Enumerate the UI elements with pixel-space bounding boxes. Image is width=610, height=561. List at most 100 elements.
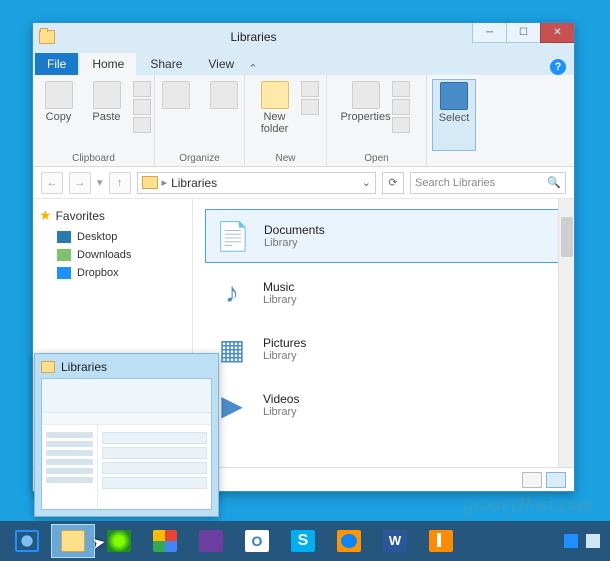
library-item-music[interactable]: ♪ MusicLibrary (205, 267, 562, 319)
libraries-icon (142, 176, 158, 189)
copyto-icon (210, 81, 238, 109)
tray-icon[interactable] (586, 534, 600, 548)
back-button[interactable]: ← (41, 172, 63, 194)
thumbnail-image[interactable] (41, 378, 212, 510)
search-input[interactable]: Search Libraries 🔍 (410, 172, 566, 194)
refresh-button[interactable]: ⟳ (382, 172, 404, 194)
desktop-icon (57, 231, 71, 243)
history-icon[interactable] (392, 117, 410, 133)
paste-icon (93, 81, 121, 109)
close-button[interactable]: ✕ (540, 23, 574, 43)
newitem-icon[interactable] (301, 81, 319, 97)
help-button[interactable]: ? (550, 59, 566, 75)
maximize-button[interactable]: ☐ (506, 23, 540, 43)
tree-item-dropbox[interactable]: Dropbox (39, 264, 186, 282)
library-item-videos[interactable]: ▶ VideosLibrary (205, 379, 562, 431)
ribbon: Copy Paste Clipboard Organize (33, 75, 574, 167)
taskbar-thumbnail[interactable]: Libraries (34, 353, 219, 517)
word-icon: W (383, 530, 407, 552)
recent-dropdown-icon[interactable]: ▾ (97, 176, 103, 189)
library-item-pictures[interactable]: ▦ PicturesLibrary (205, 323, 562, 375)
dropbox-icon (57, 267, 71, 279)
properties-button[interactable]: Properties (344, 79, 388, 151)
tab-home[interactable]: Home (80, 53, 136, 75)
library-item-documents[interactable]: 📄 DocumentsLibrary (205, 209, 562, 263)
system-tray[interactable] (558, 521, 606, 561)
group-open-label: Open (364, 153, 388, 164)
edit-icon[interactable] (392, 99, 410, 115)
app-green-icon (107, 530, 131, 552)
thumbnail-title: Libraries (61, 360, 107, 374)
navbar: ← → ▾ ↑ ▸ Libraries ⌄ ⟳ Search Libraries… (33, 167, 574, 199)
forward-button[interactable]: → (69, 172, 91, 194)
app-purple-icon (199, 530, 223, 552)
folder-icon (39, 30, 55, 44)
tab-share[interactable]: Share (138, 53, 194, 75)
taskbar-word[interactable]: W (373, 524, 417, 558)
titlebar[interactable]: Libraries ─ ☐ ✕ (33, 23, 574, 51)
content-pane[interactable]: 📄 DocumentsLibrary♪ MusicLibrary▦ Pictur… (193, 199, 574, 467)
group-new-label: New (275, 153, 295, 164)
copy-icon (45, 81, 73, 109)
moveto-button[interactable] (154, 79, 198, 151)
moveto-icon (162, 81, 190, 109)
shortcut-icon[interactable] (133, 117, 151, 133)
library-icon: ♪ (211, 273, 253, 313)
scroll-thumb[interactable] (561, 217, 573, 257)
minimize-button[interactable]: ─ (472, 23, 506, 43)
ribbon-tabs: File Home Share View ⌃ ? (33, 51, 574, 75)
chrome-icon (153, 530, 177, 552)
minimize-ribbon-icon[interactable]: ⌃ (248, 62, 257, 75)
taskbar[interactable]: OS W (0, 521, 610, 561)
internet-explorer-icon (15, 530, 39, 552)
taskbar-internet-explorer[interactable] (5, 524, 49, 558)
copyto-button[interactable] (202, 79, 246, 151)
watermark: groovyPost.com (463, 494, 592, 517)
outlook-icon: O (245, 530, 269, 552)
copy-button[interactable]: Copy (37, 79, 81, 151)
open-icon[interactable] (392, 81, 410, 97)
address-bar[interactable]: ▸ Libraries ⌄ (137, 172, 376, 194)
star-icon: ★ (39, 207, 52, 224)
select-button[interactable]: Select (432, 79, 476, 151)
taskbar-firefox[interactable] (327, 524, 371, 558)
tree-item-desktop[interactable]: Desktop (39, 228, 186, 246)
address-dropdown-icon[interactable]: ⌄ (362, 176, 371, 189)
tree-item-downloads[interactable]: Downloads (39, 246, 186, 264)
taskbar-app-purple[interactable] (189, 524, 233, 558)
taskbar-skype[interactable]: S (281, 524, 325, 558)
tab-view[interactable]: View (196, 53, 246, 75)
easyaccess-icon[interactable] (301, 99, 319, 115)
tray-icon[interactable] (564, 534, 578, 548)
taskbar-vlc[interactable] (419, 524, 463, 558)
chevron-right-icon: ▸ (162, 176, 168, 189)
search-icon: 🔍 (547, 176, 561, 189)
tab-file[interactable]: File (35, 53, 78, 75)
downloads-icon (57, 249, 71, 261)
copypath-icon[interactable] (133, 99, 151, 115)
vlc-icon (429, 530, 453, 552)
scrollbar[interactable] (558, 199, 574, 467)
taskbar-outlook[interactable]: O (235, 524, 279, 558)
library-icon: 📄 (212, 216, 254, 256)
properties-icon (352, 81, 380, 109)
select-icon (440, 82, 468, 110)
firefox-icon (337, 530, 361, 552)
taskbar-file-explorer[interactable] (51, 524, 95, 558)
new-folder-button[interactable]: New folder (253, 79, 297, 151)
paste-button[interactable]: Paste (85, 79, 129, 151)
folder-icon (41, 361, 55, 373)
taskbar-app-green[interactable] (97, 524, 141, 558)
group-clipboard-label: Clipboard (72, 153, 115, 164)
tiles-view-button[interactable] (546, 472, 566, 488)
taskbar-chrome[interactable] (143, 524, 187, 558)
details-view-button[interactable] (522, 472, 542, 488)
group-organize-label: Organize (179, 153, 220, 164)
favorites-header[interactable]: ★ Favorites (39, 207, 186, 224)
up-button[interactable]: ↑ (109, 172, 131, 194)
window-title: Libraries (35, 30, 472, 44)
file-explorer-icon (61, 530, 85, 552)
skype-icon: S (291, 530, 315, 552)
newfolder-icon (261, 81, 289, 109)
cut-icon[interactable] (133, 81, 151, 97)
